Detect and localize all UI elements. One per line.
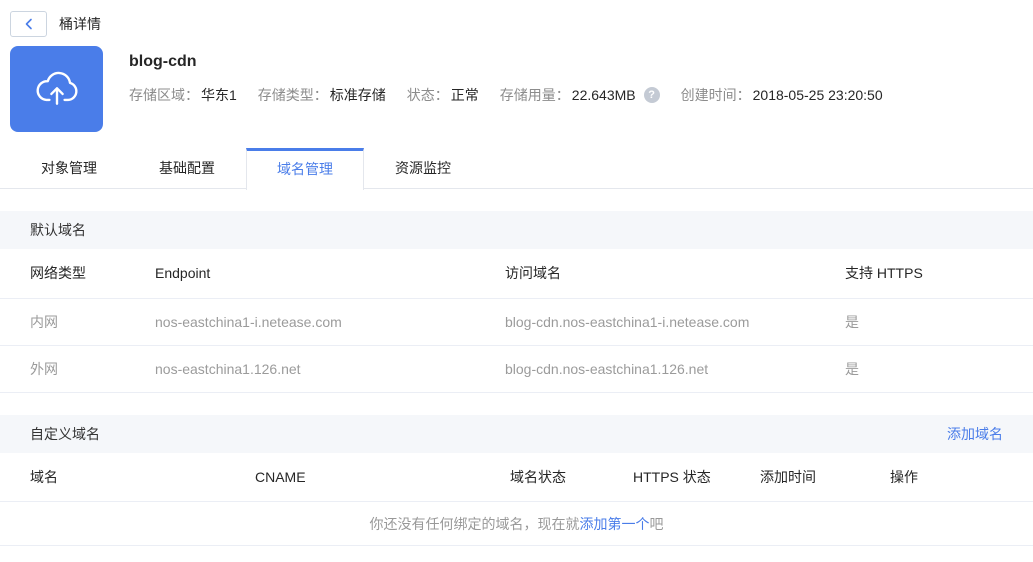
bucket-meta: blog-cdn 存储区域： 华东1 存储类型： 标准存储 状态： 正常 存储用…: [129, 46, 904, 132]
col-actions: 操作: [890, 452, 1033, 502]
bucket-header: blog-cdn 存储区域： 华东1 存储类型： 标准存储 状态： 正常 存储用…: [0, 37, 1033, 132]
back-button[interactable]: [10, 11, 47, 37]
cell-endpoint: nos-eastchina1.126.net: [155, 345, 505, 393]
table-row: 内网 nos-eastchina1-i.netease.com blog-cdn…: [0, 298, 1033, 346]
col-domain-status: 域名状态: [510, 452, 633, 502]
tab-bar: 对象管理 基础配置 域名管理 资源监控: [0, 148, 1033, 190]
cell-network-type: 外网: [0, 345, 155, 393]
tab-basic-config[interactable]: 基础配置: [128, 148, 246, 189]
cell-https-support: 是: [845, 298, 1033, 346]
add-domain-button[interactable]: 添加域名: [947, 424, 1003, 444]
default-domains-table: 网络类型 Endpoint 访问域名 支持 HTTPS 内网 nos-eastc…: [0, 249, 1033, 393]
topbar: 桶详情: [0, 0, 1033, 37]
info-storage-type: 存储类型： 标准存储: [257, 87, 386, 103]
default-domains-header-row: 网络类型 Endpoint 访问域名 支持 HTTPS: [0, 249, 1033, 299]
cell-access-domain: blog-cdn.nos-eastchina1-i.netease.com: [505, 298, 845, 346]
page-title: 桶详情: [59, 16, 101, 32]
bucket-avatar: [10, 46, 103, 132]
col-https-support: 支持 HTTPS: [845, 249, 1033, 299]
info-created-time: 创建时间： 2018-05-25 23:20:50: [680, 87, 883, 103]
tab-object-management[interactable]: 对象管理: [10, 148, 128, 189]
add-first-domain-link[interactable]: 添加第一个: [580, 514, 650, 534]
col-https-status: HTTPS 状态: [633, 452, 760, 502]
cell-access-domain: blog-cdn.nos-eastchina1.126.net: [505, 345, 845, 393]
col-cname: CNAME: [255, 452, 510, 502]
tab-domain-management[interactable]: 域名管理: [246, 148, 364, 190]
col-add-time: 添加时间: [760, 452, 890, 502]
info-status: 状态： 正常: [406, 87, 479, 103]
custom-domains-section-bar: 自定义域名 添加域名: [0, 414, 1033, 453]
default-domains-title: 默认域名: [30, 222, 86, 238]
custom-domains-table: 域名 CNAME 域名状态 HTTPS 状态 添加时间 操作: [0, 452, 1033, 502]
custom-domains-empty-state: 你还没有任何绑定的域名，现在就 添加第一个吧: [0, 502, 1033, 546]
col-domain: 域名: [0, 452, 255, 502]
chevron-left-icon: [23, 18, 35, 30]
custom-domains-header-row: 域名 CNAME 域名状态 HTTPS 状态 添加时间 操作: [0, 452, 1033, 502]
col-access-domain: 访问域名: [505, 249, 845, 299]
cloud-upload-icon: [31, 62, 83, 117]
empty-state-text-prefix: 你还没有任何绑定的域名，现在就: [369, 515, 580, 532]
table-row: 外网 nos-eastchina1.126.net blog-cdn.nos-e…: [0, 345, 1033, 393]
empty-state-text-suffix: 吧: [649, 515, 664, 532]
cell-endpoint: nos-eastchina1-i.netease.com: [155, 298, 505, 346]
custom-domains-title: 自定义域名: [30, 425, 100, 442]
col-endpoint: Endpoint: [155, 249, 505, 299]
bucket-name: blog-cdn: [129, 53, 197, 70]
col-network-type: 网络类型: [0, 249, 155, 299]
question-mark-icon[interactable]: ?: [643, 87, 660, 103]
tab-resource-monitor[interactable]: 资源监控: [364, 148, 482, 189]
cell-network-type: 内网: [0, 298, 155, 346]
default-domains-section-bar: 默认域名: [0, 211, 1033, 249]
info-usage: 存储用量： 22.643MB ?: [500, 85, 660, 105]
info-region: 存储区域： 华东1: [129, 87, 237, 103]
bucket-info-row: 存储区域： 华东1 存储类型： 标准存储 状态： 正常 存储用量： 22.643…: [129, 85, 904, 105]
cell-https-support: 是: [845, 345, 1033, 393]
